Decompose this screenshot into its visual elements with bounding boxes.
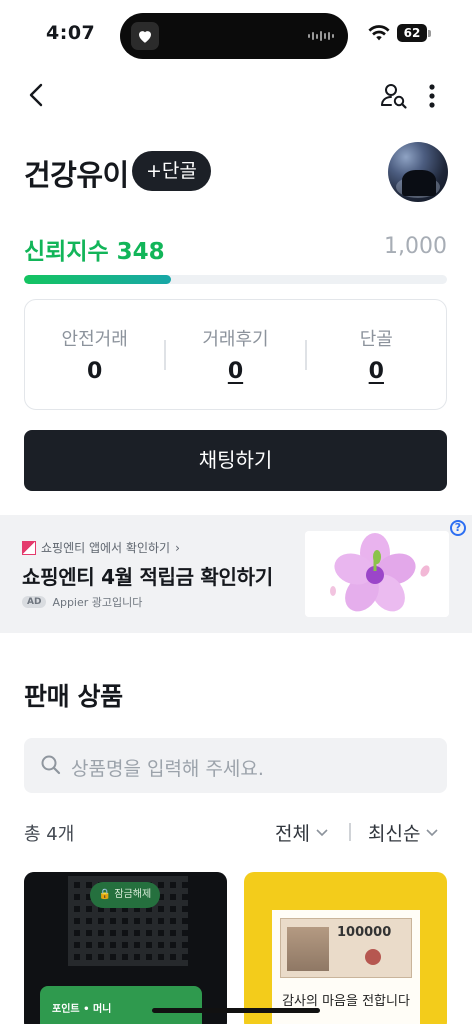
point-card-text: 포인트 • 머니 (52, 1004, 112, 1015)
stat-label: 안전거래 (61, 329, 128, 350)
more-vertical-icon[interactable] (421, 81, 443, 111)
flower-icon (305, 531, 449, 617)
ad-help-icon[interactable]: ? (450, 520, 466, 536)
filter-all-label: 전체 (275, 823, 310, 845)
chevron-right-icon: › (175, 540, 180, 555)
building-icon (287, 927, 329, 971)
back-arrow-icon[interactable] (22, 80, 52, 110)
product-count: 총 4개 (24, 824, 75, 845)
chat-button[interactable]: 채팅하기 (24, 430, 447, 491)
divider (349, 823, 351, 841)
stat-value: 0 (87, 359, 103, 384)
status-bar: 4:07 62 (0, 0, 472, 70)
seal-icon (365, 949, 381, 965)
chevron-down-icon (316, 828, 328, 836)
ad-brand-text: 쇼핑엔티 앱에서 확인하기 (41, 541, 171, 555)
ad-meta: AD Appier 광고입니다 (22, 594, 142, 610)
trust-score: 348 (116, 239, 165, 265)
stat-value[interactable]: 0 (307, 359, 446, 384)
search-placeholder: 상품명을 입력해 주세요. (71, 758, 264, 780)
ad-title[interactable]: 쇼핑엔티 4월 적립금 확인하기 (22, 561, 273, 590)
banknote-amount: 100000 (337, 925, 392, 940)
stats-box: 안전거래 0 거래후기 0 단골 0 (24, 299, 447, 410)
trust-label-text: 신뢰지수 (24, 239, 109, 265)
sort-dropdown[interactable]: 최신순 (368, 819, 439, 846)
filter-all-dropdown[interactable]: 전체 (275, 819, 328, 846)
wifi-icon (368, 25, 390, 41)
stat-safe-trades[interactable]: 안전거래 0 (25, 325, 164, 384)
point-card-image: 포인트 • 머니 (40, 986, 202, 1024)
ad-meta-text: Appier 광고입니다 (52, 596, 143, 609)
status-time: 4:07 (46, 22, 96, 44)
sort-label: 최신순 (368, 823, 421, 845)
chevron-down-icon (426, 828, 439, 836)
stat-reviews[interactable]: 거래후기 0 (166, 325, 305, 384)
trust-label: 신뢰지수 348 (24, 232, 165, 266)
audio-wave-icon (308, 31, 334, 41)
profile-search-icon[interactable] (379, 81, 409, 111)
ad-badge: AD (22, 596, 47, 608)
heart-app-icon (131, 22, 159, 50)
battery-icon: 62 (397, 24, 427, 42)
avatar[interactable] (388, 142, 448, 202)
stat-value[interactable]: 0 (166, 359, 305, 384)
avatar-figure (402, 170, 436, 196)
section-title: 판매 상품 (24, 682, 123, 711)
shopping-logo-icon (22, 540, 36, 555)
ad-brand-line[interactable]: 쇼핑엔티 앱에서 확인하기 › (22, 539, 180, 556)
gift-voucher-image: 100000 감사의 마음을 전합니다 (272, 910, 420, 1024)
add-regular-button[interactable]: +단골 (132, 151, 211, 191)
trust-progress-fill (24, 275, 172, 284)
ad-flower-image[interactable] (305, 531, 449, 617)
search-icon (41, 755, 61, 775)
unlock-pill: 🔒 잠금해제 (90, 882, 160, 908)
dynamic-island (120, 13, 348, 59)
product-search-input[interactable]: 상품명을 입력해 주세요. (24, 738, 447, 793)
banknote-image: 100000 (280, 918, 412, 978)
trust-max: 1,000 (384, 234, 447, 259)
voucher-caption: 감사의 마음을 전합니다 (282, 994, 410, 1009)
product-card[interactable]: 🔒 잠금해제 포인트 • 머니 (24, 872, 227, 1024)
home-indicator[interactable] (152, 1008, 320, 1013)
unlock-pill-text: 잠금해제 (114, 889, 152, 900)
stat-label: 단골 (359, 329, 393, 350)
product-card[interactable]: 100000 감사의 마음을 전합니다 (244, 872, 447, 1024)
trust-progress-bar (24, 275, 447, 284)
stat-label: 거래후기 (202, 329, 269, 350)
profile-name: 건강유이 (24, 158, 129, 192)
stat-regulars[interactable]: 단골 0 (307, 325, 446, 384)
top-nav (0, 70, 472, 120)
battery-nub (428, 30, 431, 37)
